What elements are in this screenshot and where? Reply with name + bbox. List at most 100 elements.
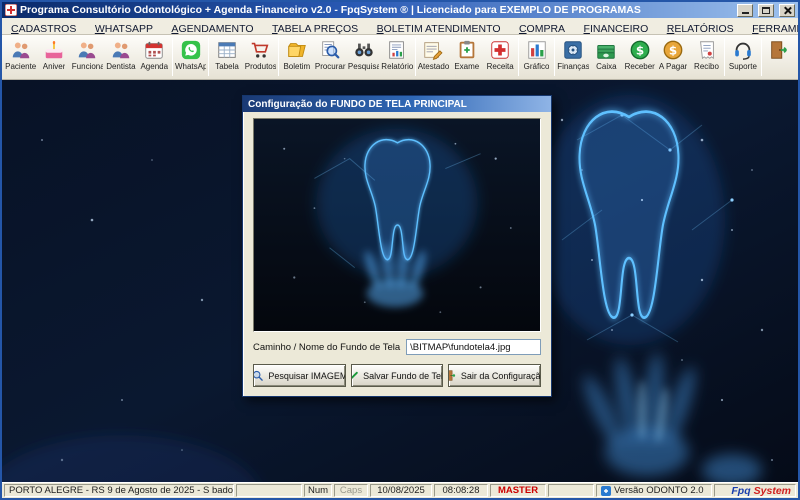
toolbar-button-exame[interactable]: Exame: [450, 36, 483, 78]
minimize-icon: [742, 12, 749, 14]
minimize-button[interactable]: [737, 4, 753, 17]
toolbar-label: Recibo: [694, 62, 719, 71]
background-path-input[interactable]: [406, 339, 541, 355]
window-title: Programa Consultório Odontológico + Agen…: [20, 4, 732, 16]
brand-system: System: [754, 485, 791, 497]
bar-chart-icon: [526, 39, 548, 61]
toolbar-label: A Pagar: [659, 62, 687, 71]
menu-cadastros[interactable]: CADASTROS: [4, 22, 83, 36]
status-bar: PORTO ALEGRE - RS 9 de Agosto de 2025 - …: [2, 482, 798, 498]
toolbar-label: Exame: [454, 62, 479, 71]
menu-bar: CADASTROS WHATSAPP AGENDAMENTO TABELA PR…: [2, 18, 798, 35]
toolbar-separator: [554, 38, 555, 76]
button-label: Salvar Fundo de Tela: [363, 371, 443, 381]
version-icon: [601, 486, 611, 496]
toolbar-label: Suporte: [729, 62, 757, 71]
magnifier-icon: [253, 369, 264, 382]
close-button[interactable]: [779, 4, 795, 17]
products-cart-icon: [249, 39, 271, 61]
receipt-icon: [696, 39, 718, 61]
app-icon: [5, 4, 17, 16]
support-headset-icon: [732, 39, 754, 61]
toolbar-button-agenda[interactable]: Agenda: [138, 36, 171, 78]
save-background-button[interactable]: Salvar Fundo de Tela: [351, 364, 444, 387]
cash-icon: [595, 39, 617, 61]
brand-fpq: Fpq: [731, 485, 750, 497]
status-numlock: Num: [304, 484, 332, 497]
dialog-titlebar[interactable]: Configuração do FUNDO DE TELA PRINCIPAL: [243, 96, 551, 112]
toolbar-button-aniver[interactable]: Aniver: [37, 36, 70, 78]
wallpaper-preview: [253, 118, 541, 332]
toolbar-button-caixa[interactable]: Caixa: [590, 36, 623, 78]
toolbar-button-dentista[interactable]: Dentista: [104, 36, 137, 78]
dialog-buttons: Pesquisar IMAGEM Salvar Fundo de Tela Sa…: [253, 364, 541, 387]
dentists-icon: [110, 39, 132, 61]
toolbar-button-boletim[interactable]: Boletim: [280, 36, 313, 78]
search-document-icon: [319, 39, 341, 61]
price-table-icon: [216, 39, 238, 61]
toolbar-button-grafico[interactable]: Gráfico: [520, 36, 553, 78]
toolbar-label: Tabela: [215, 62, 239, 71]
toolbar-label: Receber: [625, 62, 655, 71]
toolbar-button-suporte[interactable]: Suporte: [726, 36, 759, 78]
status-brand-logo: Fpq System: [714, 484, 796, 497]
toolbar-button-receber[interactable]: Receber: [623, 36, 656, 78]
toolbar-label: Boletim: [283, 62, 310, 71]
menu-tabela-precos[interactable]: TABELA PREÇOS: [265, 22, 365, 36]
toolbar-label: Produtos: [245, 62, 276, 71]
dollar-green-icon: [629, 39, 651, 61]
path-row: Caminho / Nome do Fundo de Tela: [253, 339, 541, 355]
prescription-cross-icon: [489, 39, 511, 61]
toolbar: Paciente Aniver Funciona Dentista Agenda…: [2, 35, 798, 80]
green-check-icon: [351, 369, 359, 382]
toolbar-button-whatsapp[interactable]: WhatsApp: [174, 36, 207, 78]
toolbar-button-atestado[interactable]: Atestado: [417, 36, 450, 78]
menu-whatsapp[interactable]: WHATSAPP: [88, 22, 160, 36]
exit-door-icon: [448, 369, 457, 382]
maximize-icon: [762, 7, 770, 14]
toolbar-button-tabela[interactable]: Tabela: [210, 36, 243, 78]
dollar-gold-icon: [662, 39, 684, 61]
dialog-body: Caminho / Nome do Fundo de Tela Pesquisa…: [243, 112, 551, 396]
toolbar-label: Paciente: [5, 62, 36, 71]
toolbar-button-pesquisar[interactable]: Pesquisar: [347, 36, 380, 78]
menu-relatorios[interactable]: RELATÓRIOS: [660, 22, 741, 36]
toolbar-button-procurar[interactable]: Procurar: [314, 36, 347, 78]
menu-compra[interactable]: COMPRA: [512, 22, 572, 36]
toolbar-label: Caixa: [596, 62, 616, 71]
menu-financeiro[interactable]: FINANCEIRO: [577, 22, 656, 36]
calendar-icon: [143, 39, 165, 61]
toolbar-label: Agenda: [140, 62, 168, 71]
menu-boletim-atendimento[interactable]: BOLETIM ATENDIMENTO: [370, 22, 508, 36]
main-area: Configuração do FUNDO DE TELA PRINCIPAL: [2, 80, 798, 482]
status-location: PORTO ALEGRE - RS 9 de Agosto de 2025 - …: [4, 484, 234, 497]
toolbar-button-sair[interactable]: [763, 36, 796, 78]
toolbar-button-produtos[interactable]: Produtos: [244, 36, 277, 78]
status-user: MASTER: [490, 484, 546, 497]
toolbar-label: Pesquisar: [348, 62, 379, 71]
toolbar-button-financas[interactable]: Finanças: [556, 36, 589, 78]
menu-agendamento[interactable]: AGENDAMENTO: [164, 22, 260, 36]
toolbar-button-paciente[interactable]: Paciente: [4, 36, 37, 78]
window-titlebar[interactable]: Programa Consultório Odontológico + Agen…: [2, 2, 798, 18]
employees-icon: [76, 39, 98, 61]
toolbar-separator: [172, 38, 173, 76]
toolbar-label: Gráfico: [524, 62, 550, 71]
status-spacer: [548, 484, 594, 497]
toolbar-button-a-pagar[interactable]: A Pagar: [656, 36, 689, 78]
search-image-button[interactable]: Pesquisar IMAGEM: [253, 364, 346, 387]
toolbar-button-funciona[interactable]: Funciona: [71, 36, 104, 78]
toolbar-label: Aniver: [43, 62, 66, 71]
toolbar-button-receita[interactable]: Receita: [483, 36, 516, 78]
toolbar-label: Atestado: [418, 62, 449, 71]
toolbar-button-relatorio[interactable]: Relatório: [380, 36, 413, 78]
exit-configuration-button[interactable]: Sair da Configuração: [448, 364, 541, 387]
toolbar-button-recibo[interactable]: Recibo: [690, 36, 723, 78]
dialog-title: Configuração do FUNDO DE TELA PRINCIPAL: [248, 99, 467, 110]
toolbar-label: Procurar: [315, 62, 346, 71]
menu-ferramentas[interactable]: FERRAMENTAS: [745, 22, 800, 36]
maximize-button[interactable]: [758, 4, 774, 17]
close-icon: [783, 6, 791, 14]
bulletin-folder-icon: [286, 39, 308, 61]
toolbar-label: Funciona: [72, 62, 103, 71]
